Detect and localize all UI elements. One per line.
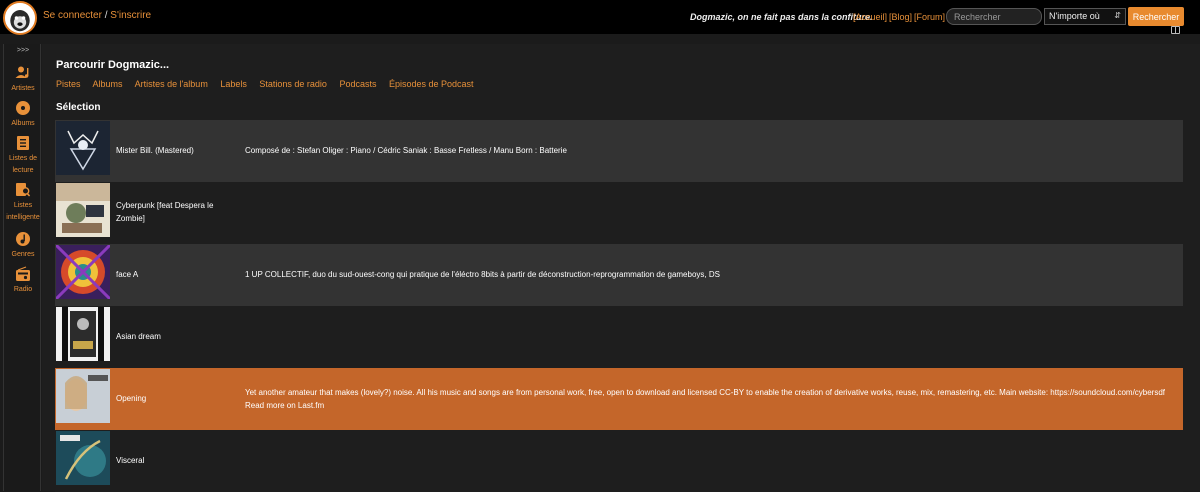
sidebar-item-label: Listes de lecture (8, 155, 38, 174)
item-title[interactable]: Opening (116, 392, 226, 405)
item-title[interactable]: Asian dream (116, 330, 226, 343)
home-link[interactable]: [Accueil] (853, 12, 887, 22)
tab-tracks[interactable]: Pistes (56, 79, 81, 89)
item-description: Yet another amateur that makes (lovely?)… (245, 388, 1166, 410)
sidebar-toggle-icon[interactable] (1171, 26, 1180, 34)
genres-icon (16, 232, 30, 246)
sidebar-item-smartlists[interactable]: Listes intelligente (4, 182, 42, 224)
section-title: Sélection (56, 102, 101, 113)
list-item[interactable]: Mister Bill. (Mastered) Composé de : Ste… (55, 120, 1183, 182)
search-scope-select[interactable]: N'importe où ⇵ (1044, 8, 1126, 25)
item-title[interactable]: face A (116, 268, 226, 281)
browse-tabs: Pistes Albums Artistes de l'album Labels… (56, 79, 484, 89)
dogmazic-logo[interactable] (3, 1, 37, 35)
signup-link[interactable]: S'inscrire (110, 10, 151, 21)
login-link[interactable]: Se connecter (43, 10, 102, 21)
sidebar-item-label: Albums (11, 120, 35, 127)
forum-link[interactable]: [Forum] (914, 12, 945, 22)
album-cover[interactable] (56, 369, 110, 423)
top-links: [Accueil] [Blog] [Forum] (853, 12, 947, 22)
sidebar-item-playlists[interactable]: Listes de lecture (4, 135, 42, 177)
artists-icon (15, 66, 29, 78)
site-tagline: Dogmazic, on ne fait pas dans la confitu… (690, 12, 873, 22)
sidebar-item-radio[interactable]: Radio (4, 266, 42, 296)
selection-list: Mister Bill. (Mastered) Composé de : Ste… (55, 120, 1183, 492)
album-cover[interactable] (56, 245, 110, 299)
albums-icon (16, 101, 30, 115)
radio-icon (16, 266, 30, 281)
tab-radio-stations[interactable]: Stations de radio (259, 79, 327, 89)
tab-album-artists[interactable]: Artistes de l'album (135, 79, 208, 89)
sidebar-item-genres[interactable]: Genres (4, 231, 42, 261)
album-cover[interactable] (56, 121, 110, 175)
sidebar: >>> Artistes Albums Listes de lecture Li… (3, 44, 41, 491)
album-cover[interactable] (56, 307, 110, 361)
sidebar-item-label: Artistes (11, 85, 35, 92)
item-title[interactable]: Mister Bill. (Mastered) (116, 144, 226, 157)
blog-link[interactable]: [Blog] (889, 12, 912, 22)
chevron-updown-icon: ⇵ (1114, 11, 1121, 20)
main-content: Parcourir Dogmazic... Pistes Albums Arti… (42, 44, 1200, 492)
list-item[interactable]: Cyberpunk [feat Despera le Zombie] (55, 182, 1183, 244)
auth-links: Se connecter / S'inscrire (43, 10, 151, 21)
smartlists-icon (16, 183, 31, 197)
album-cover[interactable] (56, 431, 110, 485)
tab-labels[interactable]: Labels (220, 79, 247, 89)
item-description: Composé de : Stefan Oliger : Piano / Céd… (245, 146, 567, 155)
list-item[interactable]: Asian dream (55, 306, 1183, 368)
sidebar-item-albums[interactable]: Albums (4, 100, 42, 130)
page-title: Parcourir Dogmazic... (56, 59, 170, 71)
item-description: 1 UP COLLECTIF, duo du sud-ouest-cong qu… (245, 270, 720, 279)
sidebar-item-artists[interactable]: Artistes (4, 65, 42, 95)
search-button[interactable]: Rechercher (1128, 7, 1184, 26)
tab-albums[interactable]: Albums (93, 79, 123, 89)
top-bar: Se connecter / S'inscrire Dogmazic, on n… (0, 0, 1200, 35)
playlists-icon (17, 136, 29, 150)
sidebar-expand-toggle[interactable]: >>> (4, 47, 42, 54)
album-cover[interactable] (56, 183, 110, 237)
list-item[interactable]: Visceral (55, 430, 1183, 492)
search-scope-value: N'importe où (1049, 11, 1100, 21)
sidebar-item-label: Genres (11, 251, 35, 258)
item-title[interactable]: Visceral (116, 454, 226, 467)
tab-podcast-episodes[interactable]: Épisodes de Podcast (389, 79, 474, 89)
tab-podcasts[interactable]: Podcasts (339, 79, 376, 89)
search-input[interactable] (946, 8, 1042, 25)
auth-separator: / (104, 10, 108, 21)
list-item-selected[interactable]: Opening Yet another amateur that makes (… (55, 368, 1183, 430)
sidebar-item-label: Radio (13, 286, 33, 293)
item-title[interactable]: Cyberpunk [feat Despera le Zombie] (116, 199, 226, 225)
list-item[interactable]: face A 1 UP COLLECTIF, duo du sud-ouest-… (55, 244, 1183, 306)
sidebar-item-label: Listes intelligente (6, 202, 40, 221)
